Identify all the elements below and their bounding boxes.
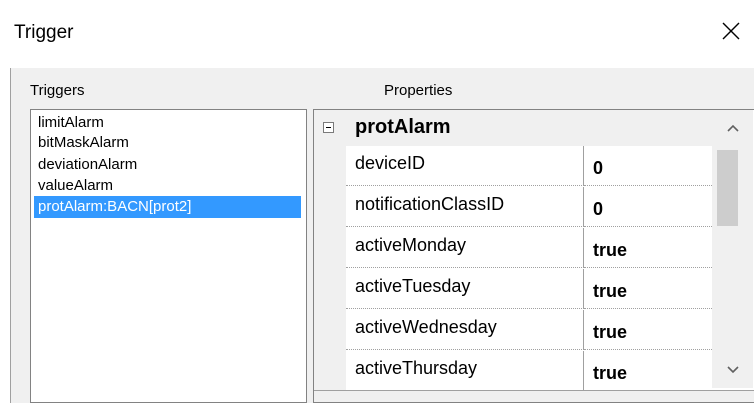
triggers-label: Triggers — [30, 82, 85, 99]
trigger-item-protalarm[interactable]: protAlarm:BACN[prot2] — [34, 196, 301, 218]
trigger-item-valuealarm[interactable]: valueAlarm — [34, 175, 117, 197]
category-name: protAlarm — [355, 116, 451, 138]
property-row-activemonday[interactable]: activeMonday true — [346, 228, 712, 269]
scroll-thumb[interactable] — [717, 150, 738, 226]
property-row-activetuesday[interactable]: activeTuesday true — [346, 269, 712, 310]
property-row-activewednesday[interactable]: activeWednesday true — [346, 310, 712, 351]
vertical-scrollbar[interactable] — [712, 110, 753, 388]
property-name: activeWednesday — [346, 310, 584, 350]
property-value[interactable]: true — [584, 269, 712, 309]
property-value[interactable]: 0 — [584, 146, 712, 186]
property-value[interactable]: true — [584, 310, 712, 350]
property-name: activeMonday — [346, 228, 584, 268]
triggers-list[interactable]: limitAlarm bitMaskAlarm deviationAlarm v… — [30, 109, 307, 403]
property-name: deviceID — [346, 146, 584, 186]
property-name: activeTuesday — [346, 269, 584, 309]
chevron-up-icon — [726, 124, 739, 132]
close-button[interactable] — [708, 8, 754, 54]
chevron-down-icon — [726, 366, 739, 374]
property-row-activethursday[interactable]: activeThursday true — [346, 351, 712, 392]
description-pane — [314, 390, 754, 402]
property-row-notificationclassid[interactable]: notificationClassID 0 — [346, 187, 712, 228]
scroll-down-button[interactable] — [712, 352, 753, 388]
title-bar[interactable]: Trigger — [0, 0, 754, 68]
trigger-dialog: Trigger Triggers Properties limitAlarm b… — [0, 0, 754, 403]
close-icon — [722, 22, 740, 40]
property-value[interactable]: 0 — [584, 187, 712, 227]
window-title: Trigger — [14, 22, 74, 43]
trigger-item-bitmaskalarm[interactable]: bitMaskAlarm — [34, 132, 133, 154]
scroll-up-button[interactable] — [712, 110, 753, 146]
property-row-deviceid[interactable]: deviceID 0 — [346, 146, 712, 187]
property-grid[interactable]: protAlarm deviceID 0 notificationClassID… — [313, 109, 754, 403]
grid-gutter — [314, 110, 346, 402]
property-name: notificationClassID — [346, 187, 584, 227]
collapse-minus-icon[interactable] — [323, 122, 334, 133]
trigger-item-limitalarm[interactable]: limitAlarm — [34, 112, 108, 134]
properties-label: Properties — [384, 82, 453, 99]
category-row[interactable]: protAlarm — [314, 110, 712, 146]
property-value[interactable]: true — [584, 228, 712, 268]
trigger-item-deviationalarm[interactable]: deviationAlarm — [34, 154, 141, 176]
property-value[interactable]: true — [584, 351, 712, 391]
property-name: activeThursday — [346, 351, 584, 391]
